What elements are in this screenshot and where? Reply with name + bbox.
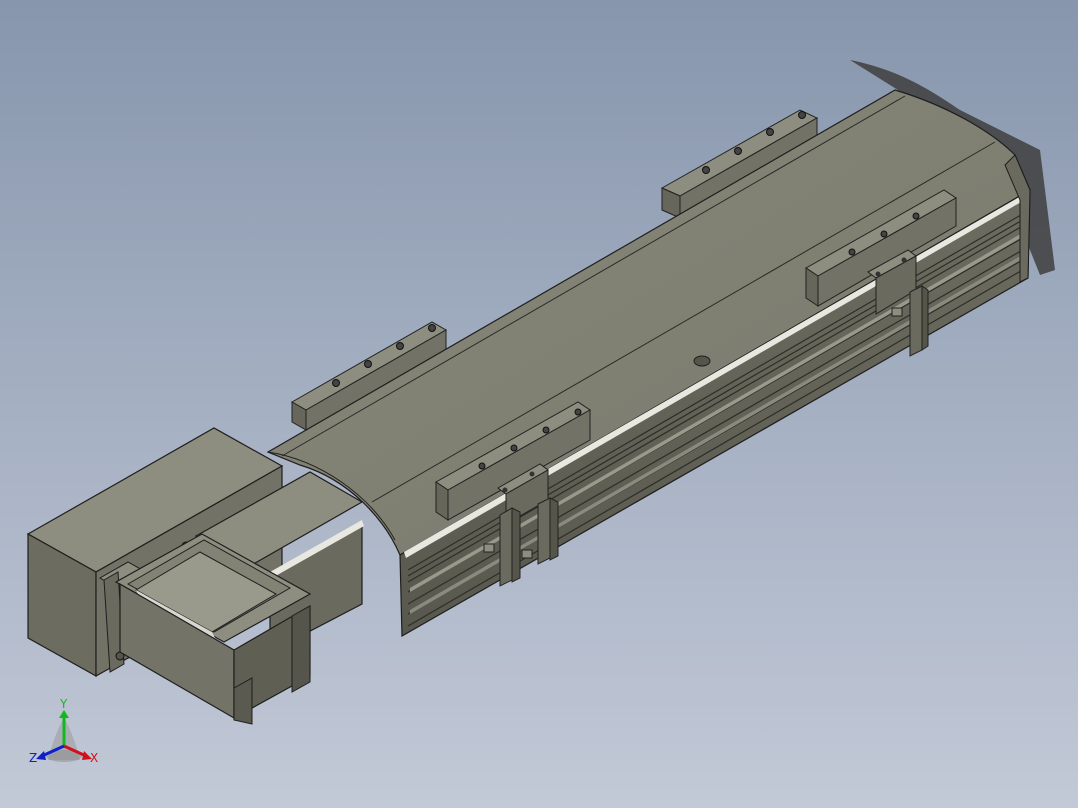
y-axis-label: Y [59,697,68,711]
graphics-viewport[interactable]: Y X Z [0,0,1078,808]
rail-center-hole [693,355,711,367]
z-axis-arrow [36,751,46,760]
y-axis-arrow [59,710,69,718]
x-axis-label: X [90,751,98,765]
triad-graphic: Y X Z [29,697,98,765]
linear-actuator-model[interactable] [0,0,1078,808]
orientation-triad[interactable]: Y X Z [26,694,106,770]
z-axis-label: Z [29,751,37,765]
